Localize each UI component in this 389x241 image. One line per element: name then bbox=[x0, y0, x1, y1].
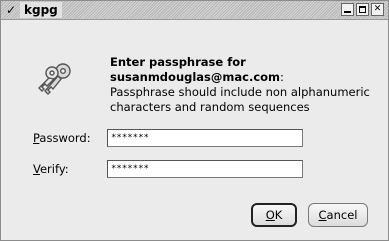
password-label: Password: bbox=[33, 130, 91, 146]
title-bar[interactable]: ✓ kgpg ✕ bbox=[1, 1, 388, 20]
account-email: susanmdouglas@mac.com bbox=[110, 70, 281, 84]
cancel-button[interactable]: Cancel bbox=[308, 203, 368, 227]
passphrase-hint: Passphrase should include non alphanumer… bbox=[110, 85, 370, 114]
account-suffix: : bbox=[280, 70, 284, 84]
verify-label: Verify: bbox=[33, 161, 69, 177]
cancel-mnemonic: C bbox=[318, 208, 327, 222]
ok-mnemonic: O bbox=[265, 208, 275, 222]
prompt-message: Enter passphrase for susanmdouglas@mac.c… bbox=[110, 55, 380, 115]
close-icon[interactable]: ✕ bbox=[371, 3, 384, 16]
chevron-down-icon[interactable]: ✓ bbox=[4, 3, 18, 17]
passphrase-dialog: ✓ kgpg ✕ Enter passphrase for susanmdoug… bbox=[0, 0, 389, 241]
verify-label-mnemonic: V bbox=[33, 162, 40, 176]
maximize-icon[interactable] bbox=[356, 3, 369, 16]
minimize-icon[interactable] bbox=[341, 3, 354, 16]
ok-button[interactable]: OK bbox=[251, 203, 297, 227]
prompt-heading: Enter passphrase for bbox=[110, 55, 246, 69]
ok-label: K bbox=[274, 208, 283, 222]
password-field[interactable] bbox=[107, 129, 303, 147]
window-title: kgpg bbox=[20, 2, 62, 18]
verify-field[interactable] bbox=[107, 160, 303, 178]
verify-label-text: erify: bbox=[39, 162, 69, 176]
password-label-text: assword: bbox=[39, 131, 91, 145]
cancel-label: ancel bbox=[326, 208, 358, 222]
keys-icon bbox=[38, 63, 71, 95]
